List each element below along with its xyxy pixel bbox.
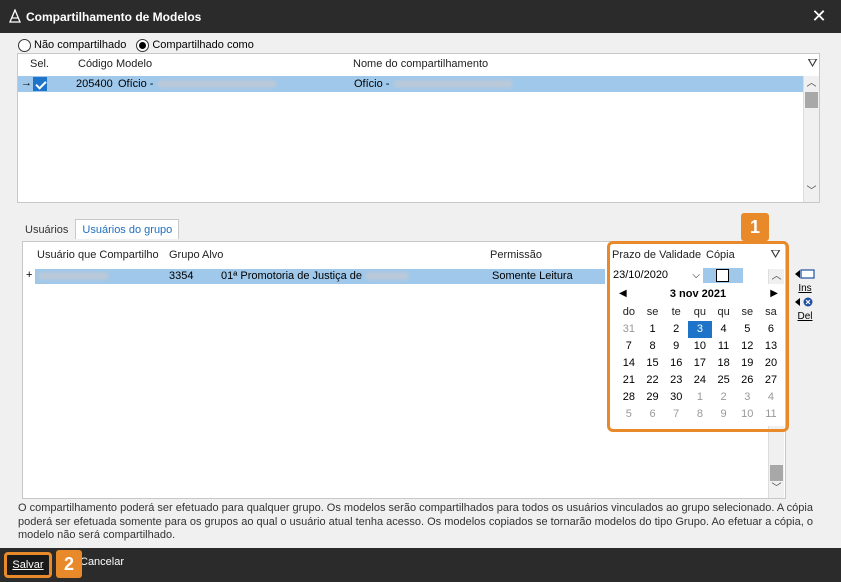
header-code[interactable]: Código xyxy=(78,58,113,70)
scroll-thumb[interactable] xyxy=(805,92,818,108)
radio-shared-as[interactable] xyxy=(136,38,150,52)
header-group[interactable]: Grupo Alvo xyxy=(169,249,223,261)
delete-button[interactable]: Del xyxy=(792,296,818,322)
radio-not-shared-label[interactable]: Não compartilhado xyxy=(34,39,126,51)
radio-not-shared[interactable] xyxy=(18,38,31,52)
highlight-box-deadline xyxy=(607,241,789,432)
app-icon xyxy=(9,9,21,23)
title-bar: Compartilhamento de Modelos ✕ xyxy=(0,0,841,33)
close-icon[interactable]: ✕ xyxy=(797,0,841,33)
models-grid: Sel. Código Modelo Nome do compartilhame… xyxy=(17,53,820,203)
header-sel[interactable]: Sel. xyxy=(30,58,49,70)
window-title: Compartilhamento de Modelos xyxy=(26,10,202,24)
save-label: Salvar xyxy=(12,559,44,571)
insert-label: Ins xyxy=(798,283,812,294)
callout-badge-2: 2 xyxy=(56,550,82,578)
save-button[interactable]: Salvar xyxy=(4,552,52,578)
row-select-checkbox[interactable] xyxy=(33,77,47,91)
header-user[interactable]: Usuário que Compartilho xyxy=(37,249,159,261)
cell-permission: Somente Leitura xyxy=(492,270,573,282)
tab-bar: Usuários Usuários do grupo xyxy=(18,219,180,239)
insert-icon xyxy=(795,269,815,279)
callout-badge-1: 1 xyxy=(741,213,769,241)
tab-group-users[interactable]: Usuários do grupo xyxy=(75,219,180,239)
table-row[interactable]: 3354 01ª Promotoria de Justiça de Soment… xyxy=(35,269,605,284)
header-permission[interactable]: Permissão xyxy=(490,249,542,261)
scroll-down-icon[interactable]: ﹀ xyxy=(769,481,784,497)
delete-icon xyxy=(795,297,813,307)
redacted-text xyxy=(365,272,410,281)
cell-group-name: 01ª Promotoria de Justiça de xyxy=(221,270,410,282)
models-scrollbar[interactable]: ︿ ﹀ xyxy=(803,76,819,202)
cell-group-code: 3354 xyxy=(169,270,194,282)
row-pointer-icon: → xyxy=(21,77,32,89)
redacted-text xyxy=(37,272,109,281)
redacted-text xyxy=(392,80,513,89)
cell-model-text: Ofício - xyxy=(118,78,154,90)
redacted-text xyxy=(156,80,277,89)
radio-shared-as-label[interactable]: Compartilhado como xyxy=(152,39,254,51)
table-row[interactable]: → 205400 Ofício - Ofício - xyxy=(18,76,804,92)
cancel-button[interactable]: Cancelar xyxy=(80,556,124,568)
scroll-down-icon[interactable]: ﹀ xyxy=(804,184,819,200)
header-model[interactable]: Modelo xyxy=(116,58,152,70)
filter-icon[interactable]: ⛛ xyxy=(806,56,819,70)
cell-group-name-text: 01ª Promotoria de Justiça de xyxy=(221,270,363,282)
cell-share-name-text: Ofício - xyxy=(354,78,390,90)
info-text: O compartilhamento poderá ser efetuado p… xyxy=(18,502,813,541)
row-pointer-icon: + xyxy=(26,269,33,281)
footer-bar: Salvar Cancelar 2 xyxy=(0,548,841,582)
scroll-thumb[interactable] xyxy=(770,465,783,481)
models-grid-header: Sel. Código Modelo Nome do compartilhame… xyxy=(18,54,819,74)
scroll-up-icon[interactable]: ︿ xyxy=(804,76,819,92)
share-mode-group: Não compartilhado Compartilhado como xyxy=(18,38,264,52)
cell-model: Ofício - xyxy=(118,78,277,90)
insert-button[interactable]: Ins xyxy=(792,268,818,294)
cell-user xyxy=(37,270,109,282)
header-share-name[interactable]: Nome do compartilhamento xyxy=(353,58,488,70)
cell-share-name: Ofício - xyxy=(354,78,513,90)
delete-label: Del xyxy=(797,311,813,322)
tab-users[interactable]: Usuários xyxy=(18,219,75,239)
cell-code: 205400 xyxy=(76,78,113,90)
